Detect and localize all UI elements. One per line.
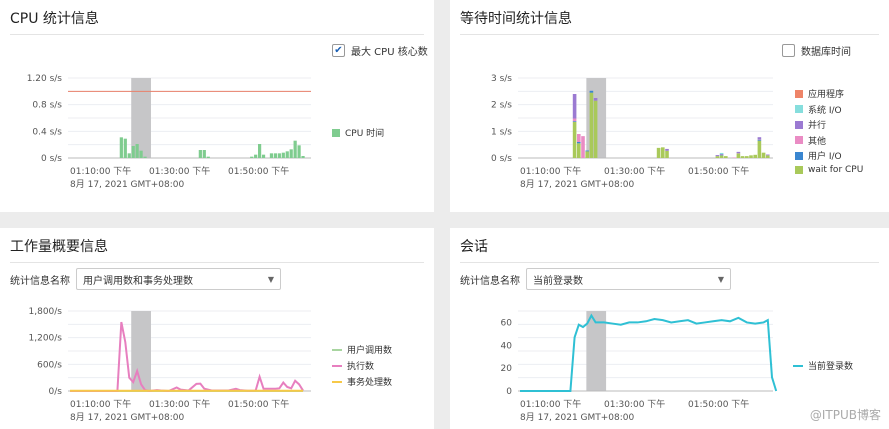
series-line xyxy=(70,321,304,393)
y-tick-label: 40 xyxy=(501,341,513,351)
x-tick-label: 01:30:00 下午 xyxy=(149,165,210,177)
bar xyxy=(127,153,131,158)
bar-segment xyxy=(577,134,581,142)
bar xyxy=(261,154,266,158)
bar-segment xyxy=(757,137,762,140)
bar-segment xyxy=(736,151,741,154)
bar-segment xyxy=(572,118,577,122)
y-tick-label: 1 s/s xyxy=(491,127,512,137)
y-tick-label: 2 s/s xyxy=(491,101,512,111)
bar xyxy=(250,156,254,158)
y-tick-label: 1,200/s xyxy=(29,334,63,344)
bar-segment xyxy=(732,157,736,158)
bar xyxy=(198,150,202,158)
bar-segment xyxy=(757,139,762,140)
bar-segment xyxy=(745,156,749,158)
bar-segment xyxy=(661,147,665,158)
y-tick-label: 0 s/s xyxy=(41,154,62,164)
y-tick-label: 20 xyxy=(501,364,513,374)
x-tick-label: 01:50:00 下午 xyxy=(688,398,749,410)
bar xyxy=(293,140,297,158)
bar-segment xyxy=(585,151,589,158)
bar-segment xyxy=(749,155,753,158)
y-tick-label: 3 s/s xyxy=(491,74,512,84)
series-line xyxy=(520,313,778,392)
bar-segment xyxy=(656,147,661,158)
x-tick-label: 01:30:00 下午 xyxy=(604,398,665,410)
bar-segment xyxy=(585,150,589,152)
y-tick-label: 1,800/s xyxy=(29,307,63,317)
x-axis-date: 8月 17, 2021 GMT+08:00 xyxy=(70,179,185,190)
x-tick-label: 01:10:00 下午 xyxy=(70,398,131,410)
x-tick-label: 01:30:00 下午 xyxy=(149,398,210,410)
bar xyxy=(289,149,293,158)
bar-segment xyxy=(572,94,577,119)
bar-segment xyxy=(719,155,724,158)
bar-segment xyxy=(766,154,770,156)
bar xyxy=(297,145,301,158)
y-tick-label: 0 xyxy=(506,387,512,397)
bar-segment xyxy=(715,156,720,158)
bar-segment xyxy=(766,155,770,158)
bar xyxy=(269,153,274,158)
x-tick-label: 01:50:00 下午 xyxy=(228,165,289,177)
y-tick-label: 0.4 s/s xyxy=(32,127,62,137)
bar-segment xyxy=(719,152,724,154)
charts-layer: 0 s/s0.4 s/s0.8 s/s1.20 s/s01:10:00 下午 01… xyxy=(27,74,778,423)
y-tick-label: 1.20 s/s xyxy=(27,74,63,84)
x-tick-label: 01:50:00 下午 xyxy=(688,165,749,177)
x-tick-label: 01:10:00 下午 xyxy=(520,398,581,410)
bar-segment xyxy=(581,136,585,158)
bar xyxy=(119,137,123,158)
bar xyxy=(135,144,139,158)
bar xyxy=(258,144,262,158)
bar xyxy=(123,138,127,158)
bar-segment xyxy=(665,150,669,158)
bar xyxy=(285,151,289,158)
bar xyxy=(273,153,277,158)
x-tick-label: 01:10:00 下午 xyxy=(520,165,581,177)
bar xyxy=(277,153,281,158)
bar xyxy=(281,152,285,158)
y-tick-label: 0 s/s xyxy=(491,154,512,164)
bar xyxy=(202,150,206,158)
bar xyxy=(254,154,258,158)
x-axis-date: 8月 17, 2021 GMT+08:00 xyxy=(70,412,185,423)
bar-segment xyxy=(736,153,741,158)
bar xyxy=(143,156,147,158)
x-axis-date: 8月 17, 2021 GMT+08:00 xyxy=(520,412,635,423)
x-tick-label: 01:50:00 下午 xyxy=(228,398,289,410)
bar xyxy=(139,150,143,158)
bar-segment xyxy=(724,156,728,158)
bar xyxy=(206,156,210,158)
bar-segment xyxy=(757,140,762,158)
bar-segment xyxy=(572,121,577,122)
bar-segment xyxy=(753,154,757,158)
bar-segment xyxy=(577,143,581,158)
x-tick-label: 01:30:00 下午 xyxy=(604,165,665,177)
y-tick-label: 60 xyxy=(501,318,513,328)
bar-segment xyxy=(572,122,577,158)
bar-segment xyxy=(761,152,766,158)
y-tick-label: 0.8 s/s xyxy=(32,101,62,111)
bar-segment xyxy=(719,154,724,155)
bar-segment xyxy=(589,90,594,93)
bar-segment xyxy=(665,148,669,151)
x-tick-label: 01:10:00 下午 xyxy=(70,165,131,177)
bar-segment xyxy=(757,139,762,141)
bar-segment xyxy=(740,156,745,158)
bar-segment xyxy=(715,155,720,157)
bar xyxy=(301,156,305,158)
bar xyxy=(131,146,135,158)
x-axis-date: 8月 17, 2021 GMT+08:00 xyxy=(520,179,635,190)
bar-segment xyxy=(589,92,594,158)
bar-segment xyxy=(593,98,598,101)
bar-segment xyxy=(577,142,581,144)
bar-segment xyxy=(593,100,598,158)
bar-segment xyxy=(719,154,724,156)
y-tick-label: 600/s xyxy=(37,360,62,370)
y-tick-label: 0/s xyxy=(49,387,63,397)
